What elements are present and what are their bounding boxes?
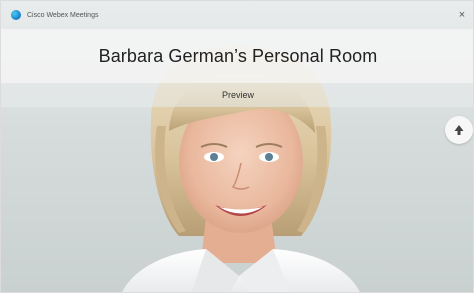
webex-preview-window: Cisco Webex Meetings × Barbara German’s … xyxy=(0,0,474,293)
preview-band: Preview xyxy=(1,83,473,107)
preview-label: Preview xyxy=(221,90,254,100)
close-button[interactable]: × xyxy=(455,9,469,23)
meeting-info-button[interactable] xyxy=(445,116,473,144)
room-title: Barbara German’s Personal Room xyxy=(98,45,378,66)
meeting-info-icon xyxy=(454,125,464,135)
title-bar: Cisco Webex Meetings × xyxy=(1,1,473,29)
room-header: Barbara German’s Personal Room xyxy=(1,29,473,83)
app-title: Cisco Webex Meetings xyxy=(27,11,99,19)
webex-logo-icon xyxy=(11,10,21,20)
